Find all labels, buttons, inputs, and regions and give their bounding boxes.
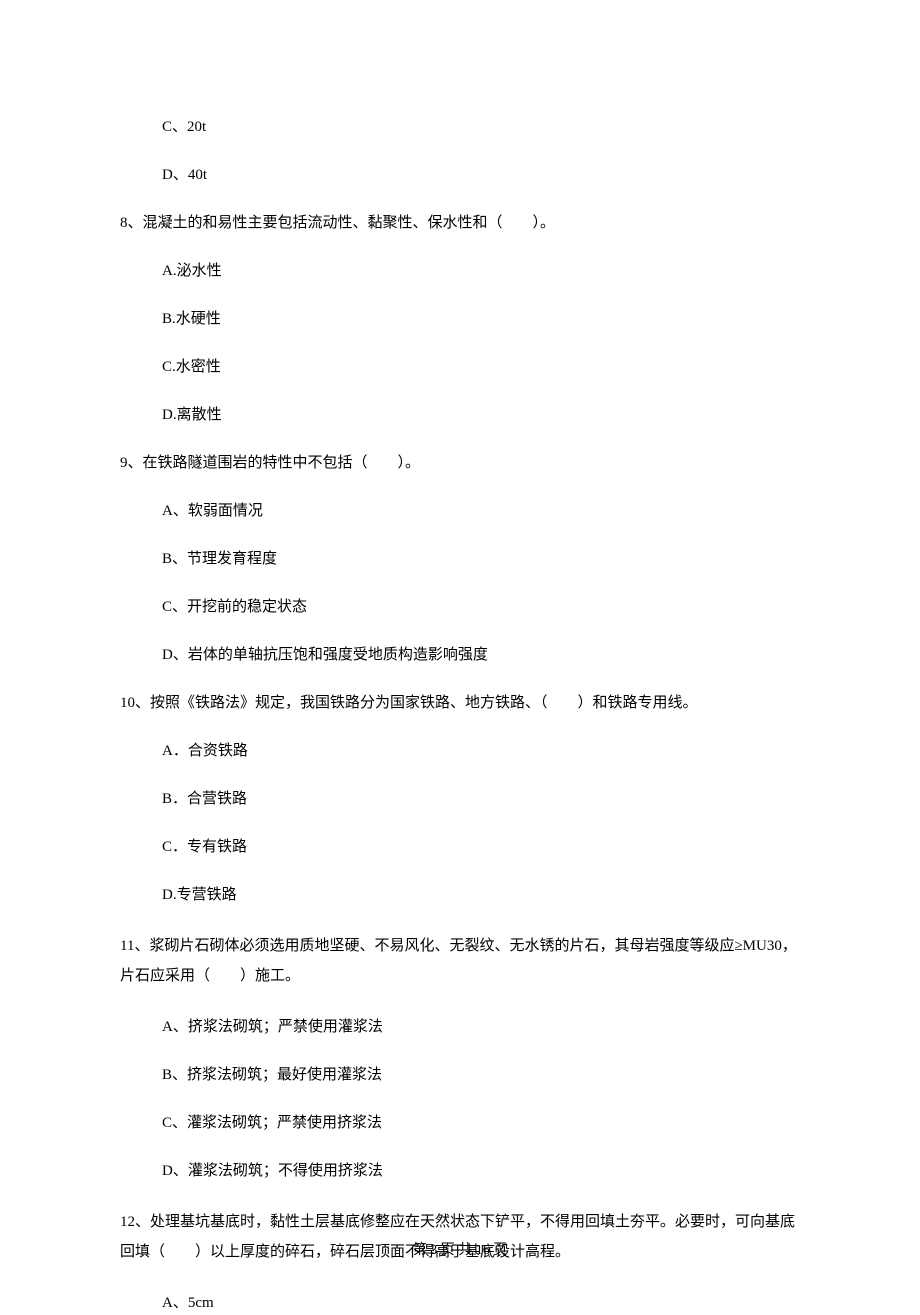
q7-option-d: D、40t <box>120 163 800 187</box>
q8-stem: 8、混凝土的和易性主要包括流动性、黏聚性、保水性和（ ）。 <box>120 211 800 235</box>
q11-stem: 11、浆砌片石砌体必须选用质地坚硬、不易风化、无裂纹、无水锈的片石，其母岩强度等… <box>120 931 800 991</box>
q11-option-d: D、灌浆法砌筑；不得使用挤浆法 <box>120 1159 800 1183</box>
q7-option-c: C、20t <box>120 115 800 139</box>
q9-option-d: D、岩体的单轴抗压饱和强度受地质构造影响强度 <box>120 643 800 667</box>
q8-option-d: D.离散性 <box>120 403 800 427</box>
page-content: C、20t D、40t 8、混凝土的和易性主要包括流动性、黏聚性、保水性和（ ）… <box>0 0 920 1315</box>
q12-option-a: A、5cm <box>120 1291 800 1315</box>
q10-option-d: D.专营铁路 <box>120 883 800 907</box>
q8-option-b: B.水硬性 <box>120 307 800 331</box>
q9-option-b: B、节理发育程度 <box>120 547 800 571</box>
q10-option-c: C．专有铁路 <box>120 835 800 859</box>
q10-stem: 10、按照《铁路法》规定，我国铁路分为国家铁路、地方铁路、（ ）和铁路专用线。 <box>120 691 800 715</box>
q11-option-b: B、挤浆法砌筑；最好使用灌浆法 <box>120 1063 800 1087</box>
q8-option-a: A.泌水性 <box>120 259 800 283</box>
q9-option-a: A、软弱面情况 <box>120 499 800 523</box>
page-footer: 第 3 页 共 16 页 <box>0 1240 920 1262</box>
q9-option-c: C、开挖前的稳定状态 <box>120 595 800 619</box>
q10-option-a: A．合资铁路 <box>120 739 800 763</box>
q8-option-c: C.水密性 <box>120 355 800 379</box>
q11-option-c: C、灌浆法砌筑；严禁使用挤浆法 <box>120 1111 800 1135</box>
q9-stem: 9、在铁路隧道围岩的特性中不包括（ ）。 <box>120 451 800 475</box>
q10-option-b: B．合营铁路 <box>120 787 800 811</box>
q11-option-a: A、挤浆法砌筑；严禁使用灌浆法 <box>120 1015 800 1039</box>
